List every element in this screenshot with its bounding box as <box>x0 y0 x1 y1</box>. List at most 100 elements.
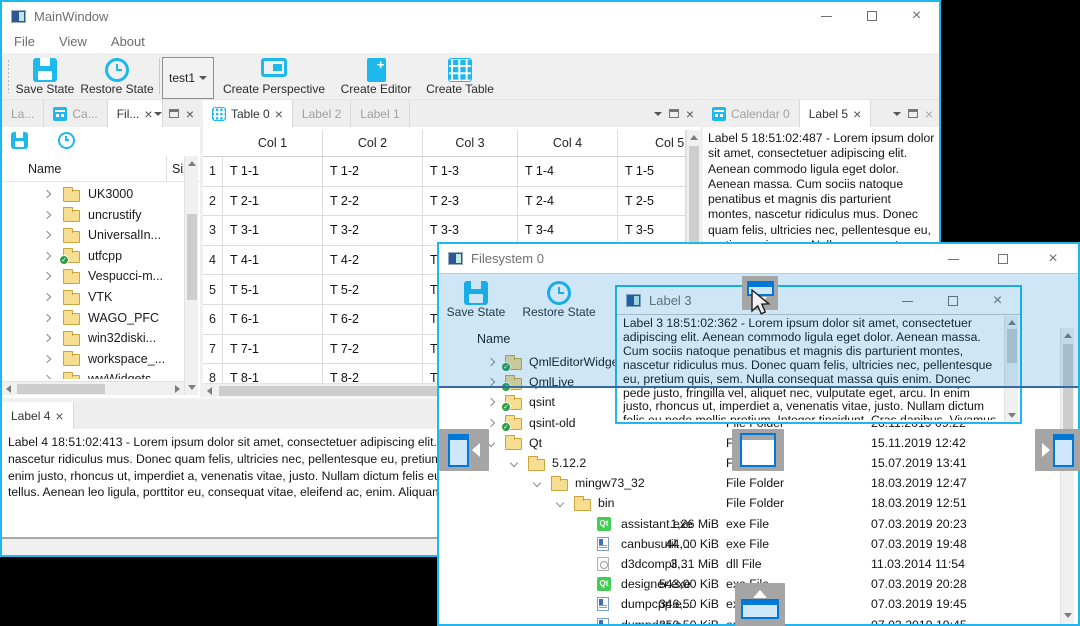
scroll-up-icon[interactable] <box>188 161 196 166</box>
table-cell[interactable]: T 3-3 <box>423 216 518 245</box>
name-column-header[interactable]: Name <box>28 162 61 176</box>
expand-icon[interactable] <box>42 313 52 322</box>
table-cell[interactable]: T 3-2 <box>323 216 423 245</box>
scroll-down-icon[interactable] <box>1008 413 1016 418</box>
expand-icon[interactable] <box>42 333 52 343</box>
expand-icon[interactable] <box>42 292 52 302</box>
scroll-down-icon[interactable] <box>1064 613 1072 618</box>
menu-view[interactable]: View <box>47 34 99 49</box>
close-icon[interactable] <box>144 107 152 121</box>
toolbar-drag-handle[interactable] <box>7 59 10 93</box>
table-cell[interactable]: T 2-5 <box>618 186 686 216</box>
table-cell[interactable]: T 5-2 <box>323 275 423 304</box>
table-cell[interactable]: T 1-1 <box>223 157 323 186</box>
tab-menu-icon[interactable] <box>153 111 162 116</box>
fs-row[interactable]: canbusutil.... 44,00 KiB exe File 07.03.201… <box>439 534 1060 554</box>
expand-icon[interactable] <box>42 210 52 219</box>
expand-icon[interactable] <box>42 251 52 261</box>
table-cell[interactable]: T 4-2 <box>323 245 423 275</box>
tab-label4[interactable]: Label 4 <box>2 402 74 429</box>
file-tree-header[interactable]: Name Siz <box>2 156 200 182</box>
scrollbar-thumb[interactable] <box>187 214 197 300</box>
tree-item[interactable]: wwWidgets <box>2 369 184 379</box>
tree-item[interactable]: utfcpp <box>2 246 184 266</box>
tree-item[interactable]: UK3000 <box>2 184 184 204</box>
expand-icon[interactable] <box>509 458 519 468</box>
main-titlebar[interactable]: MainWindow × <box>2 2 939 30</box>
fs-row[interactable]: mingw73_32 File Folder 18.03.2019 12:47 <box>439 473 1060 493</box>
float-icon[interactable] <box>668 109 679 118</box>
scroll-left-icon[interactable] <box>207 387 212 395</box>
table-row[interactable]: 2T 2-1 T 2-2 T 2-3 T 2-4 T 2-5 <box>203 186 686 217</box>
table-cell[interactable]: T 1-5 <box>618 157 686 186</box>
restore-icon[interactable] <box>58 132 76 149</box>
drop-indicator-center[interactable] <box>732 429 784 471</box>
fs-row[interactable]: bin File Folder 18.03.2019 12:51 <box>439 493 1060 513</box>
column-header[interactable]: Col 1 <box>223 130 323 156</box>
expand-icon[interactable] <box>42 375 52 379</box>
close-icon[interactable] <box>275 107 283 121</box>
column-header[interactable]: Col 3 <box>423 130 518 156</box>
left-tree-hscrollbar[interactable] <box>2 381 184 395</box>
scroll-right-icon[interactable] <box>175 385 180 393</box>
minimize-button[interactable] <box>928 244 978 274</box>
table-cell[interactable]: T 6-2 <box>323 305 423 334</box>
create-table-button[interactable]: Create Table <box>422 56 498 98</box>
menu-file[interactable]: File <box>2 34 47 49</box>
column-header[interactable]: Col 2 <box>323 130 423 156</box>
scroll-left-icon[interactable] <box>6 385 11 393</box>
table-header-row[interactable]: Col 1 Col 2 Col 3 Col 4 Col 5 <box>203 130 686 157</box>
tree-item[interactable]: WAGO_PFC <box>2 308 184 328</box>
scroll-up-icon[interactable] <box>690 135 698 140</box>
table-cell[interactable]: T 1-4 <box>518 157 618 186</box>
close-icon[interactable] <box>686 107 694 121</box>
expand-icon[interactable] <box>42 354 52 364</box>
table-cell[interactable]: T 5-1 <box>223 275 323 304</box>
fs-row[interactable]: d3dcompil... 3,31 MiB dll File 11.03.2014 1… <box>439 554 1060 574</box>
expand-icon[interactable] <box>555 499 565 508</box>
tab-table0[interactable]: Table 0 <box>203 100 293 127</box>
scroll-down-icon[interactable] <box>188 385 196 390</box>
close-icon[interactable] <box>55 409 63 423</box>
table-cell[interactable]: T 7-1 <box>223 334 323 364</box>
column-divider[interactable] <box>166 156 167 182</box>
minimize-button[interactable] <box>804 2 849 30</box>
restore-state-button[interactable]: Restore State <box>78 56 156 98</box>
expand-icon[interactable] <box>42 272 52 281</box>
tree-item[interactable]: UniversalIn... <box>2 225 184 245</box>
expand-icon[interactable] <box>532 478 542 488</box>
close-icon[interactable] <box>853 107 861 121</box>
drop-indicator-right[interactable] <box>1035 429 1080 471</box>
left-tree-vscrollbar[interactable] <box>184 156 198 395</box>
maximize-button[interactable] <box>849 2 894 30</box>
table-cell[interactable]: T 1-2 <box>323 157 423 186</box>
table-cell[interactable]: T 3-4 <box>518 216 618 245</box>
drop-indicator-left[interactable] <box>439 429 489 471</box>
column-header[interactable]: Col 5 <box>618 130 686 156</box>
save-icon[interactable] <box>11 132 28 149</box>
expand-icon[interactable] <box>486 398 496 407</box>
tab-label5[interactable]: Label 5 <box>799 100 872 127</box>
perspective-combobox[interactable]: test1 <box>162 57 214 99</box>
float-icon[interactable] <box>907 109 918 118</box>
close-button[interactable]: × <box>894 2 939 30</box>
tab-label1[interactable]: Label 1 <box>351 100 410 127</box>
table-cell[interactable]: T 8-2 <box>323 364 423 383</box>
scrollbar-thumb[interactable] <box>17 384 105 394</box>
tab-la[interactable]: La... <box>2 100 45 127</box>
table-row[interactable]: 1T 1-1 T 1-2 T 1-3 T 1-4 T 1-5 <box>203 157 686 187</box>
tree-item[interactable]: uncrustify <box>2 205 184 225</box>
table-cell[interactable]: T 6-1 <box>223 305 323 334</box>
tree-item[interactable]: Vespucci-m... <box>2 266 184 286</box>
table-cell[interactable]: T 2-4 <box>518 186 618 216</box>
close-icon[interactable] <box>925 107 933 121</box>
tab-menu-icon[interactable] <box>892 111 901 116</box>
column-header[interactable]: Col 4 <box>518 130 618 156</box>
expand-icon[interactable] <box>486 418 496 427</box>
create-editor-button[interactable]: Create Editor <box>336 56 416 98</box>
table-cell[interactable]: T 4-1 <box>223 245 323 275</box>
table-cell[interactable]: T 2-2 <box>323 186 423 216</box>
menu-about[interactable]: About <box>99 34 157 49</box>
tab-ca[interactable]: Ca... <box>44 100 108 127</box>
tree-item[interactable]: win32diski... <box>2 328 184 348</box>
